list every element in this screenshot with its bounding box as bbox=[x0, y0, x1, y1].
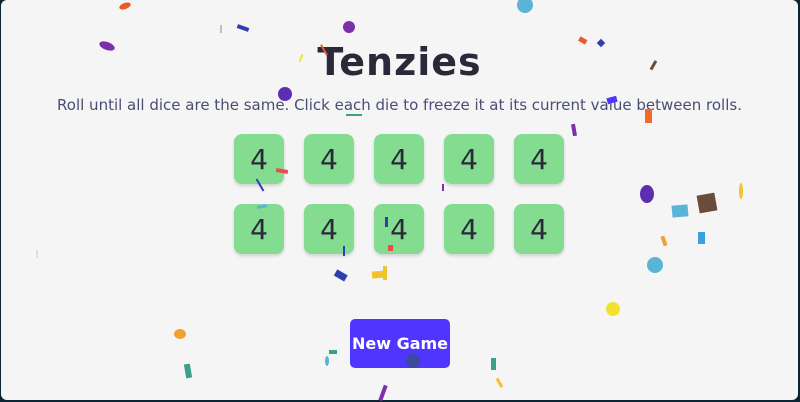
die-7[interactable]: 4 bbox=[304, 204, 354, 254]
die-2[interactable]: 4 bbox=[304, 134, 354, 184]
new-game-button[interactable]: New Game bbox=[350, 319, 450, 368]
die-10[interactable]: 4 bbox=[514, 204, 564, 254]
game-instructions: Roll until all dice are the same. Click … bbox=[57, 96, 742, 114]
dice-grid: 4 4 4 4 4 4 4 4 4 4 bbox=[234, 134, 564, 254]
die-9[interactable]: 4 bbox=[444, 204, 494, 254]
die-3[interactable]: 4 bbox=[374, 134, 424, 184]
die-6[interactable]: 4 bbox=[234, 204, 284, 254]
die-8[interactable]: 4 bbox=[374, 204, 424, 254]
game-board: Tenzies Roll until all dice are the same… bbox=[1, 0, 798, 400]
die-5[interactable]: 4 bbox=[514, 134, 564, 184]
die-1[interactable]: 4 bbox=[234, 134, 284, 184]
game-title: Tenzies bbox=[317, 40, 482, 84]
die-4[interactable]: 4 bbox=[444, 134, 494, 184]
